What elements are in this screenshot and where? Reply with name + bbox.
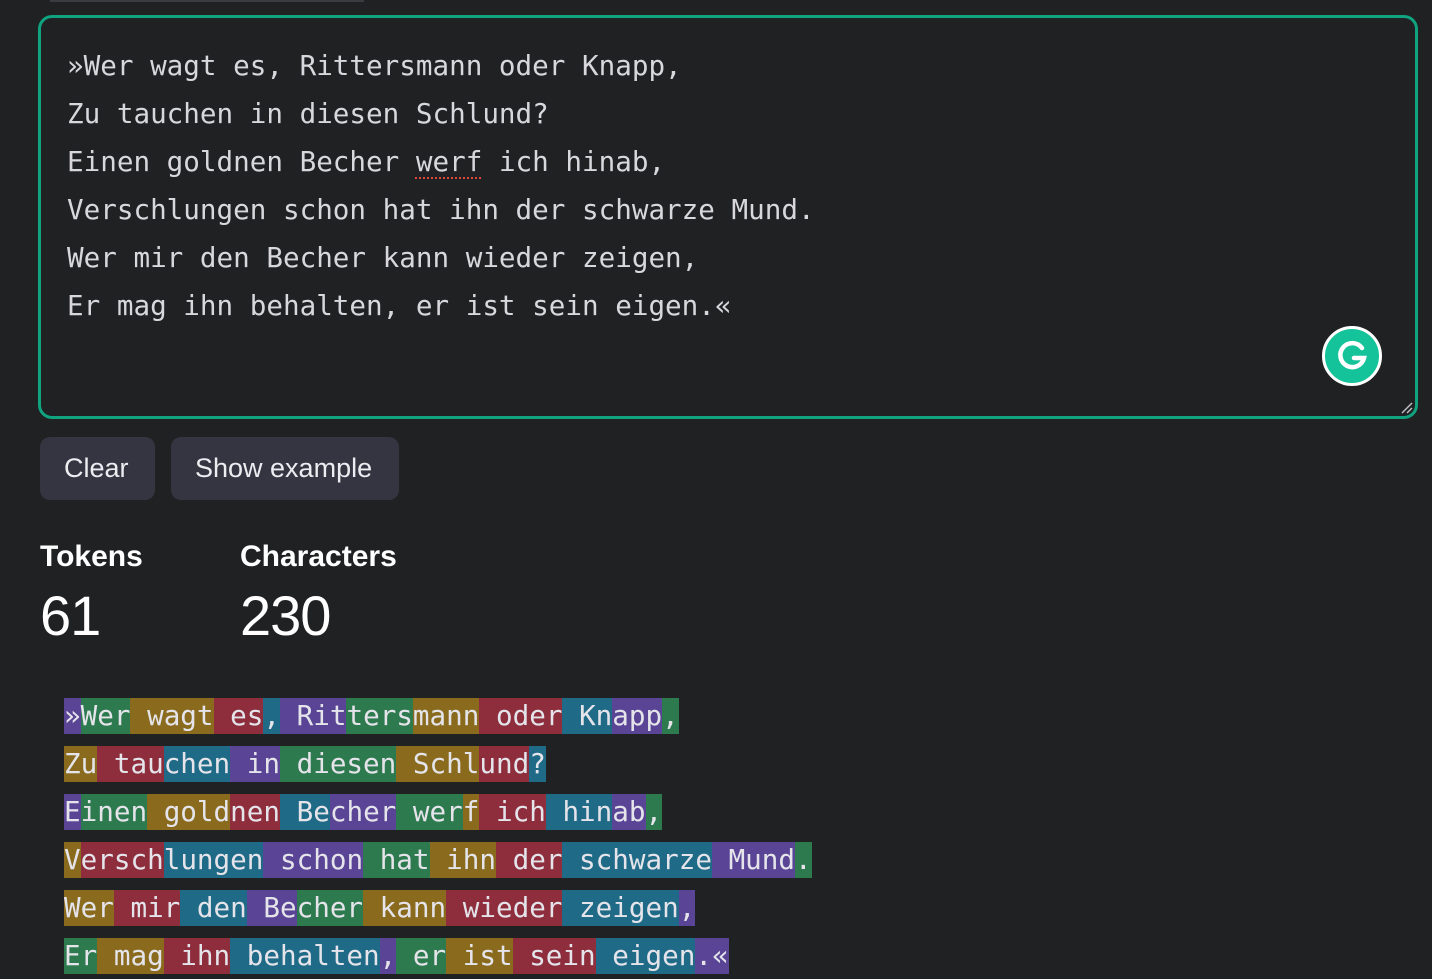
- token: Be: [280, 794, 330, 830]
- input-line: Einen goldnen Becher werf ich hinab,: [67, 138, 1389, 186]
- tokens-label: Tokens: [40, 540, 143, 573]
- token: E: [64, 794, 81, 830]
- token: in: [230, 746, 280, 782]
- token: ,: [645, 794, 663, 830]
- token: ersch: [80, 842, 164, 878]
- token: und: [479, 746, 530, 782]
- token: cher: [329, 794, 397, 830]
- misspelled-word[interactable]: werf: [416, 145, 482, 178]
- clear-button[interactable]: Clear: [40, 437, 155, 500]
- token: es: [213, 698, 264, 734]
- grammarly-icon[interactable]: [1322, 326, 1382, 386]
- token-line: Zu tauchen in diesen Schlund?: [64, 739, 812, 787]
- token: Be: [246, 890, 297, 926]
- token-line: Verschlungen schon hat ihn der schwarze …: [64, 835, 812, 883]
- token: Schl: [396, 746, 480, 782]
- text-input-area[interactable]: »Wer wagt es, Rittersmann oder Knapp, Zu…: [38, 15, 1418, 419]
- token-line: Er mag ihn behalten, er ist sein eigen.«: [64, 931, 812, 979]
- token: ihn: [429, 842, 496, 878]
- token: mann: [412, 698, 480, 734]
- token: app: [612, 698, 663, 734]
- token: zeigen: [562, 890, 679, 926]
- token: ?: [529, 746, 546, 782]
- token: kann: [363, 890, 447, 926]
- token: gold: [147, 794, 231, 830]
- token: der: [495, 842, 563, 878]
- tokenized-output: »Wer wagt es, Rittersmann oder Knapp, Zu …: [64, 691, 812, 979]
- token: wag: [130, 698, 197, 734]
- token-line: Einen goldnen Becher werf ich hinab,: [64, 787, 812, 835]
- token: chen: [163, 746, 231, 782]
- token: tau: [97, 746, 164, 782]
- input-line: »Wer wagt es, Rittersmann oder Knapp,: [67, 49, 682, 82]
- token: sein: [512, 938, 596, 974]
- input-line: Er mag ihn behalten, er ist sein eigen.«: [67, 289, 732, 322]
- resize-handle-icon[interactable]: [1399, 400, 1413, 414]
- input-line-part: Einen goldnen Becher: [67, 145, 416, 178]
- token: ,: [662, 698, 679, 734]
- input-line: Zu tauchen in diesen Schlund?: [67, 97, 549, 130]
- tokens-count: 61: [40, 584, 101, 647]
- token: hat: [363, 842, 430, 878]
- token: schwarze: [562, 842, 712, 878]
- token: ,: [263, 698, 281, 734]
- token: nen: [230, 794, 280, 830]
- token-line: Wer mir den Becher kann wieder zeigen,: [64, 883, 812, 931]
- token: .«: [695, 938, 729, 974]
- token: behalten: [230, 938, 380, 974]
- input-line: Wer mir den Becher kann wieder zeigen,: [67, 241, 699, 274]
- token: ters: [346, 698, 413, 734]
- token: »: [64, 698, 81, 734]
- token: ihn: [163, 938, 231, 974]
- token: f: [462, 794, 480, 830]
- token: mir: [113, 890, 181, 926]
- characters-count: 230: [240, 584, 331, 647]
- token: wieder: [446, 890, 563, 926]
- token: Zu: [64, 746, 98, 782]
- token: inen: [80, 794, 148, 830]
- token: ,: [678, 890, 696, 926]
- input-line: Verschlungen schon hat ihn der schwarze …: [67, 193, 815, 226]
- token: den: [180, 890, 247, 926]
- token: cher: [296, 890, 364, 926]
- token: .: [795, 842, 812, 878]
- token: wer: [396, 794, 463, 830]
- token: Er: [64, 938, 98, 974]
- token: Mund: [711, 842, 796, 878]
- token: Kn: [562, 698, 613, 734]
- characters-label: Characters: [240, 540, 397, 573]
- token: t: [196, 698, 214, 734]
- token: ab: [612, 794, 646, 830]
- token: oder: [479, 698, 563, 734]
- top-divider: [50, 0, 364, 2]
- token: er: [396, 938, 447, 974]
- show-example-button[interactable]: Show example: [171, 437, 399, 500]
- token: V: [64, 842, 81, 878]
- token: ,: [379, 938, 397, 974]
- token: diesen: [279, 746, 397, 782]
- token: mag: [97, 938, 164, 974]
- token-line: »Wer wagt es, Rittersmann oder Knapp,: [64, 691, 812, 739]
- token: ich: [479, 794, 546, 830]
- token: eigen: [595, 938, 696, 974]
- token: ist: [446, 938, 513, 974]
- token: Wer: [80, 698, 131, 734]
- token: Wer: [64, 890, 114, 926]
- token: Rit: [280, 698, 347, 734]
- token: lungen: [163, 842, 264, 878]
- input-line-part: ich hinab,: [482, 145, 666, 178]
- token: schon: [263, 842, 364, 878]
- token: hin: [545, 794, 613, 830]
